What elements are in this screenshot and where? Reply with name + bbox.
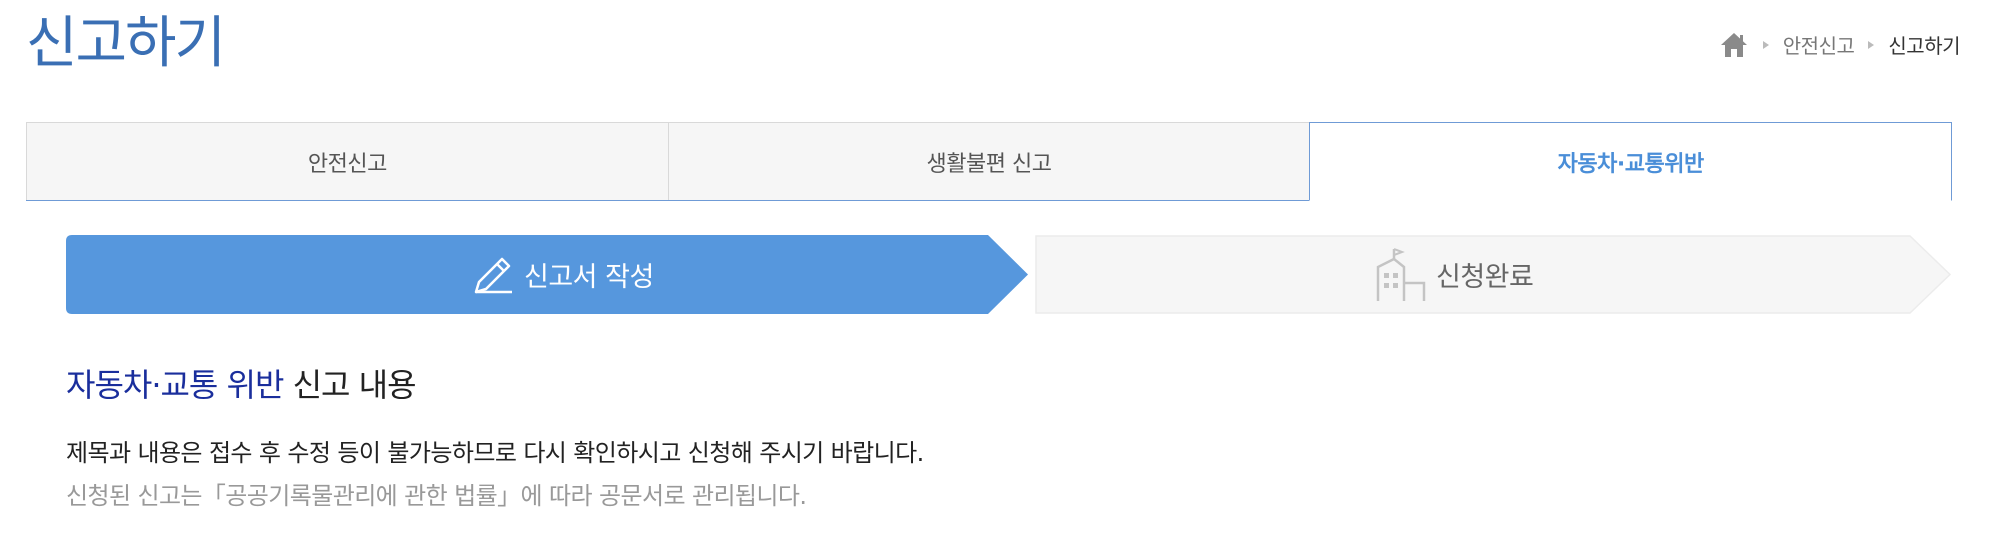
page-title: 신고하기 xyxy=(26,11,226,76)
tab-vehicle-traffic-violation[interactable]: 자동차·교통위반 xyxy=(1309,122,1953,201)
tab-safety-report[interactable]: 안전신고 xyxy=(26,122,669,200)
step-write-report-label: 신고서 작성 xyxy=(524,262,654,293)
step-complete: 신청완료 xyxy=(1374,235,1534,314)
step-complete-label: 신청완료 xyxy=(1436,262,1534,293)
notice-edit-warning: 제목과 내용은 접수 후 수정 등이 불가능하므로 다시 확인하시고 신청해 주… xyxy=(66,439,924,467)
notice-record-management: 신청된 신고는「공공기록물관리에 관한 법률」에 따라 공문서로 관리됩니다. xyxy=(66,482,807,510)
step-write-report: 신고서 작성 xyxy=(470,235,654,314)
home-icon[interactable] xyxy=(1719,31,1749,59)
pencil-icon xyxy=(474,257,512,293)
tab-living-inconvenience[interactable]: 생활불편 신고 xyxy=(667,122,1311,200)
section-title: 자동차·교통 위반 신고 내용 xyxy=(66,360,417,406)
building-icon xyxy=(1376,247,1426,301)
breadcrumb-separator-icon xyxy=(1762,40,1769,49)
progress-steps: 신고서 작성 신청완료 xyxy=(66,235,1952,314)
progress-steps-background xyxy=(66,235,1952,314)
breadcrumb: 안전신고 신고하기 xyxy=(1719,30,1960,59)
section-title-rest: 신고 내용 xyxy=(283,366,417,404)
breadcrumb-item-safety-report[interactable]: 안전신고 xyxy=(1783,30,1855,59)
breadcrumb-separator-icon xyxy=(1868,40,1875,49)
breadcrumb-item-current: 신고하기 xyxy=(1888,34,1960,58)
report-type-tabs: 안전신고 생활불편 신고 자동차·교통위반 xyxy=(26,122,1953,201)
section-title-highlight: 자동차·교통 위반 xyxy=(66,366,284,404)
